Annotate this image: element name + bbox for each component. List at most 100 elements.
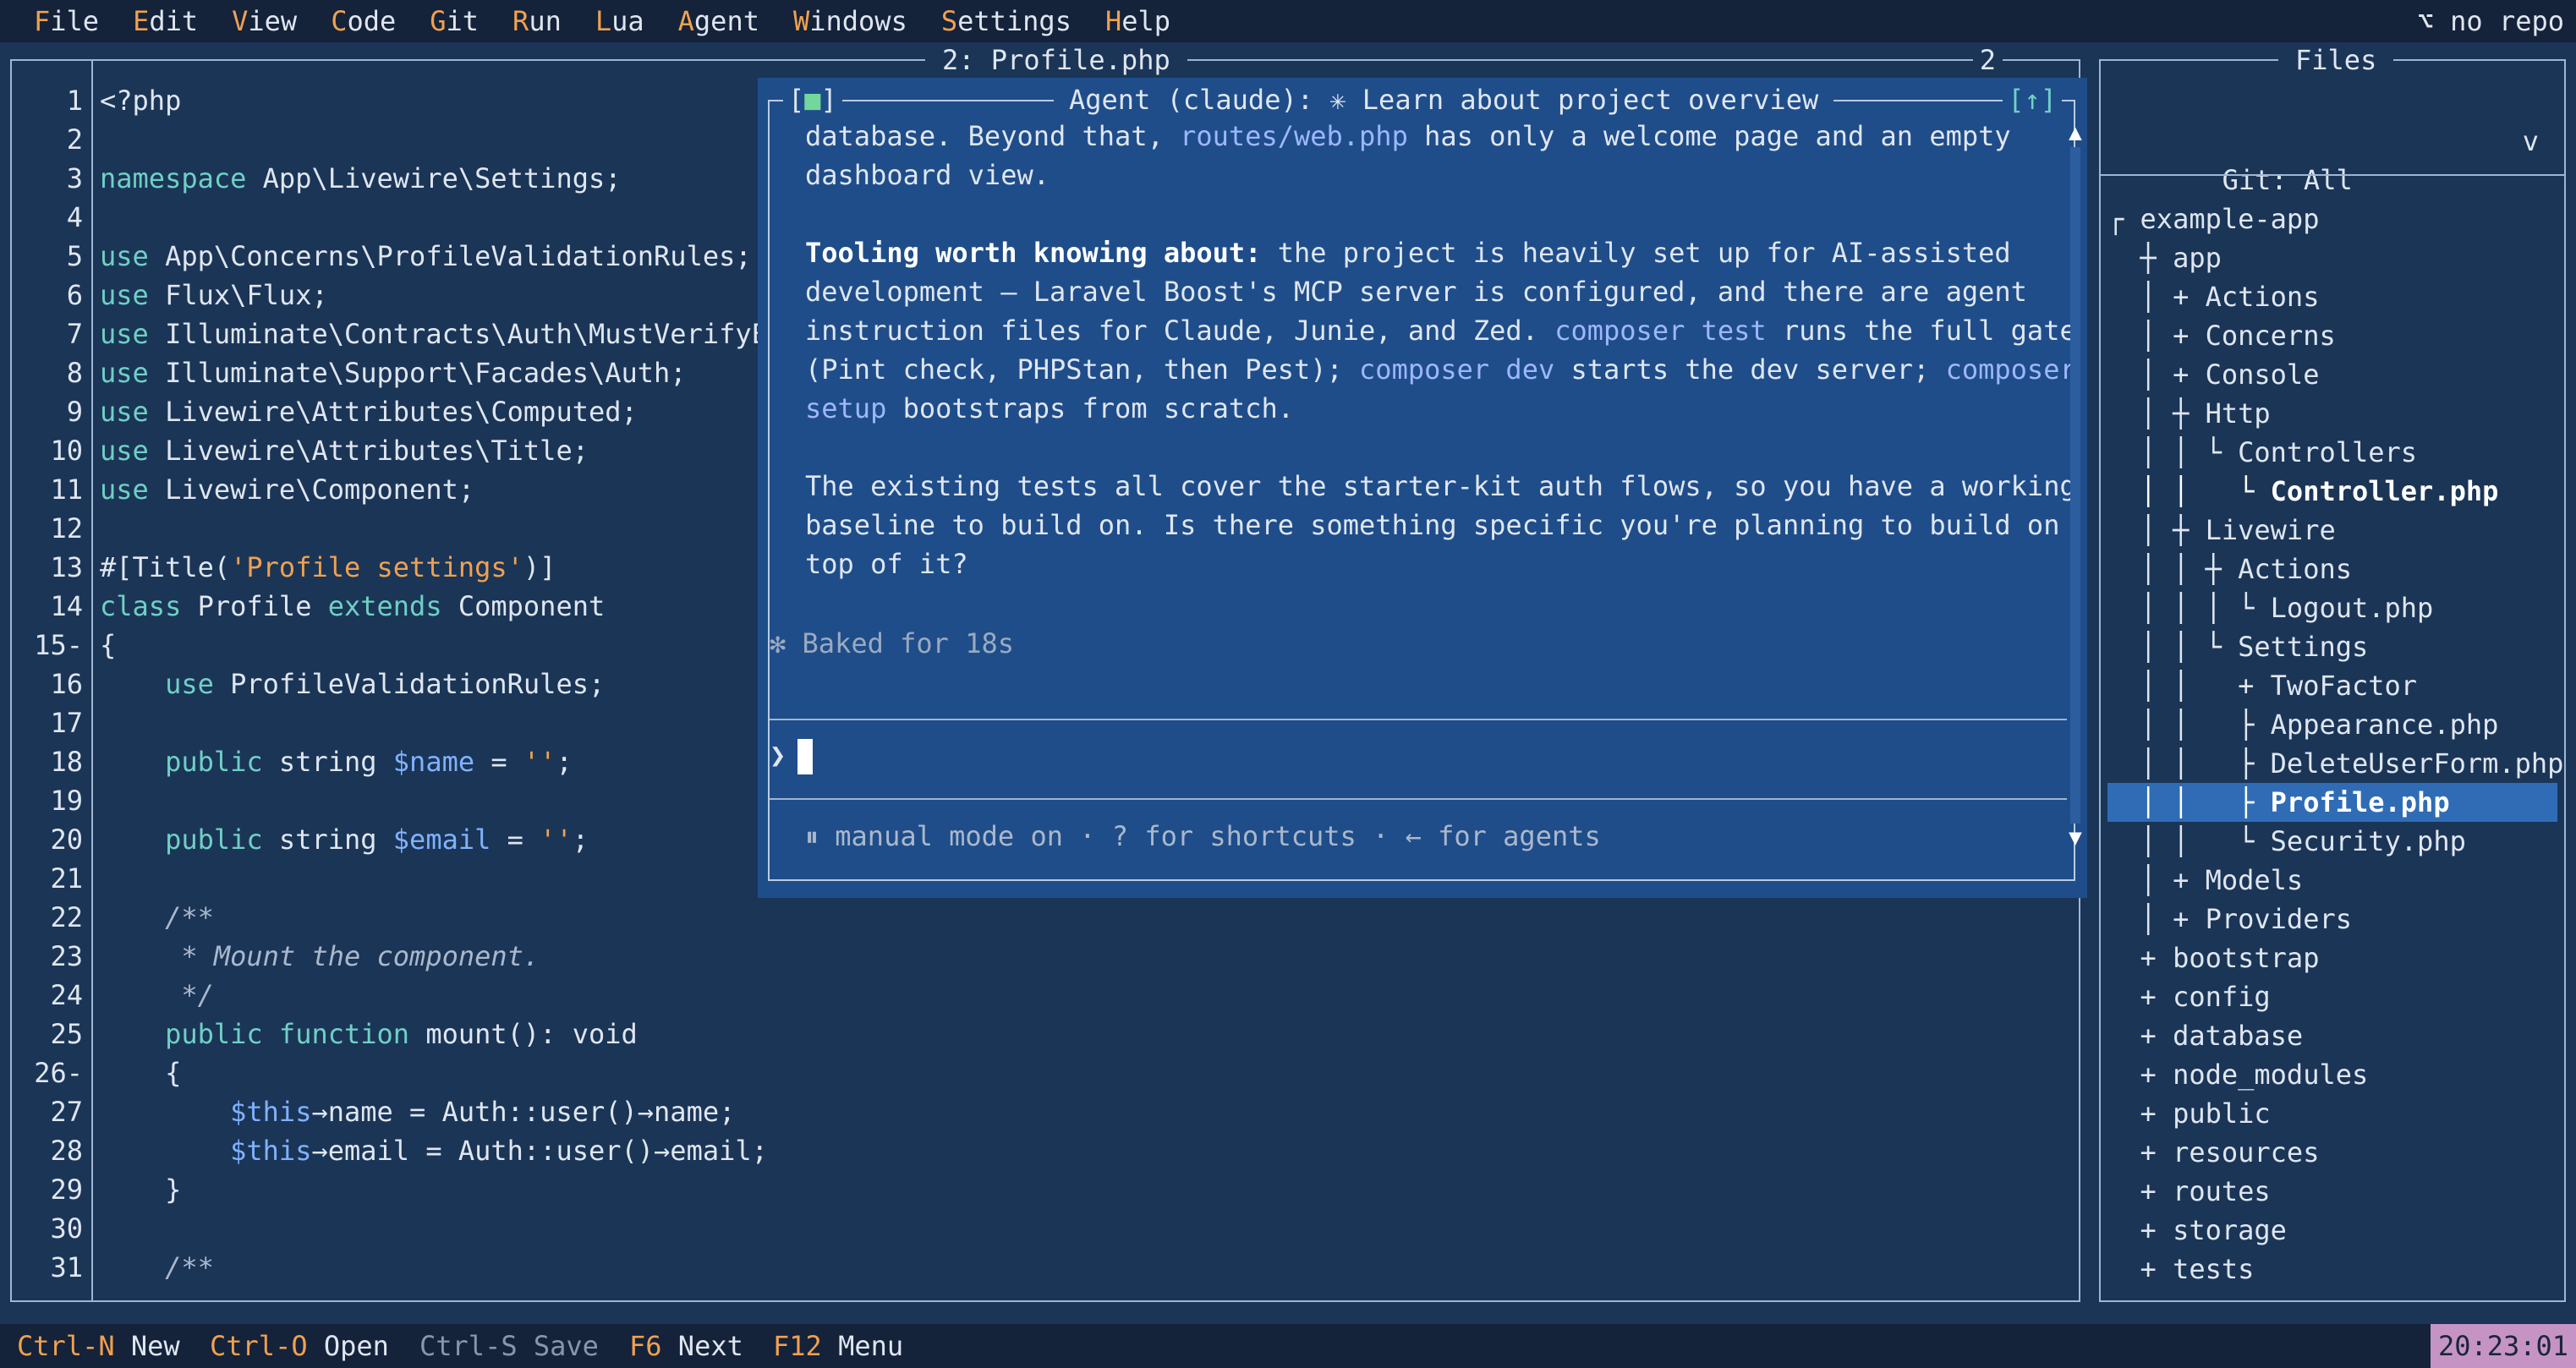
line-number: 17: [50, 707, 83, 739]
code-token: Livewire\Attributes\Computed;: [148, 396, 638, 428]
agent-message-line: Tooling worth knowing about: the project…: [805, 233, 2040, 272]
file-tree-item[interactable]: + public: [2107, 1094, 2557, 1133]
code-line[interactable]: * Mount the component.: [100, 937, 2079, 976]
code-token: <?php: [100, 85, 182, 117]
code-token: →name = Auth::user()→name;: [311, 1096, 736, 1128]
code-line[interactable]: */: [100, 976, 2079, 1015]
file-tree-item[interactable]: │ │ └ Security.php: [2107, 822, 2557, 861]
file-tree-item[interactable]: │ + Models: [2107, 861, 2557, 900]
code-token: ProfileValidationRules;: [213, 668, 606, 700]
file-tree: ┌ example-app ┼ app │ + Actions │ + Conc…: [2107, 200, 2564, 1289]
menu-git[interactable]: Git: [396, 0, 479, 42]
code-token: /**: [100, 1251, 214, 1283]
code-token: */: [100, 979, 214, 1011]
menu-code[interactable]: Code: [297, 0, 396, 42]
shortcut-save[interactable]: Ctrl-S Save: [419, 1324, 599, 1368]
line-number: 21: [50, 862, 83, 895]
menu-settings[interactable]: Settings: [907, 0, 1072, 42]
code-token: Flux\Flux;: [148, 279, 328, 311]
file-tree-item[interactable]: + resources: [2107, 1133, 2557, 1172]
shortcut-new[interactable]: Ctrl-N New: [17, 1324, 180, 1368]
scroll-up-icon[interactable]: ▲: [2067, 122, 2084, 144]
code-line[interactable]: $this→name = Auth::user()→name;: [100, 1092, 2079, 1131]
file-tree-item[interactable]: │ ┼ Http: [2107, 394, 2557, 433]
code-token: Profile: [181, 590, 328, 622]
line-number: 4: [66, 201, 83, 233]
file-tree-item[interactable]: ┼ app: [2107, 238, 2557, 277]
file-tree-item[interactable]: │ │ ├ Profile.php: [2107, 783, 2557, 822]
menu-run[interactable]: Run: [479, 0, 562, 42]
scroll-down-icon[interactable]: ▼: [2067, 827, 2084, 849]
file-tree-item[interactable]: │ │ + TwoFactor: [2107, 666, 2557, 705]
menu-edit[interactable]: Edit: [99, 0, 198, 42]
chevron-down-icon: v: [2522, 125, 2539, 157]
repo-status: ⌥ no repo: [2417, 5, 2564, 37]
file-tree-item[interactable]: │ │ └ Controller.php: [2107, 472, 2557, 511]
message-text: instruction files for Claude, Junie, and…: [805, 315, 1555, 347]
file-tree-item[interactable]: │ │ └ Controllers: [2107, 433, 2557, 472]
terminal-ide: File Edit View Code Git Run Lua Agent Wi…: [0, 0, 2576, 1368]
menu-help[interactable]: Help: [1072, 0, 1170, 42]
code-token: $this: [230, 1096, 312, 1128]
code-token: extends: [327, 590, 442, 622]
code-token: use: [100, 279, 149, 311]
file-tree-item[interactable]: │ + Concerns: [2107, 316, 2557, 355]
menu-lua[interactable]: Lua: [562, 0, 644, 42]
file-tree-item[interactable]: │ │ │ └ Logout.php: [2107, 588, 2557, 627]
line-number: 1: [66, 85, 83, 117]
code-token: use: [100, 396, 149, 428]
file-tree-item[interactable]: + node_modules: [2107, 1055, 2557, 1094]
menu-view[interactable]: View: [198, 0, 297, 42]
code-token: 'Profile settings': [230, 551, 523, 583]
file-tree-item[interactable]: │ │ └ Settings: [2107, 627, 2557, 666]
file-tree-item[interactable]: │ │ ┼ Actions: [2107, 550, 2557, 588]
agent-close-button[interactable]: [■]: [783, 81, 842, 118]
code-line[interactable]: {: [100, 1053, 2079, 1092]
file-tree-item[interactable]: + tests: [2107, 1250, 2557, 1289]
agent-message-line: dashboard view.: [805, 156, 2040, 194]
agent-panel[interactable]: [■] Agent (claude): ✳ Learn about projec…: [758, 78, 2087, 898]
code-token: {: [100, 1057, 182, 1089]
agent-prompt-input[interactable]: ❯: [770, 736, 814, 774]
code-token: Illuminate\Support\Facades\Auth;: [148, 357, 687, 389]
menu-windows[interactable]: Windows: [759, 0, 907, 42]
shortcut-next[interactable]: F6 Next: [629, 1324, 743, 1368]
menu-file[interactable]: File: [0, 0, 99, 42]
scrollbar-track[interactable]: [2070, 147, 2080, 824]
git-filter-select[interactable]: Git: All v: [2124, 122, 2547, 196]
agent-message-line: The existing tests all cover the starter…: [805, 467, 2076, 506]
file-tree-item[interactable]: │ + Console: [2107, 355, 2557, 394]
file-tree-item[interactable]: │ + Providers: [2107, 900, 2557, 938]
file-tree-item[interactable]: ┌ example-app: [2107, 200, 2557, 238]
code-line[interactable]: public function mount(): void: [100, 1015, 2079, 1053]
file-tree-item[interactable]: + database: [2107, 1016, 2557, 1055]
file-tree-item[interactable]: + routes: [2107, 1172, 2557, 1211]
status-bar: Ctrl-N New Ctrl-O Open Ctrl-S Save F6 Ne…: [0, 1324, 2576, 1368]
code-token: class: [100, 590, 182, 622]
code-token: #[Title(: [100, 551, 231, 583]
agent-scrollbar[interactable]: ▲ ▼: [2067, 122, 2084, 849]
file-tree-item[interactable]: │ │ ├ Appearance.php: [2107, 705, 2557, 744]
file-tree-item[interactable]: │ + Actions: [2107, 277, 2557, 316]
agent-maximize-button[interactable]: [↑]: [2003, 81, 2062, 118]
shortcut-open[interactable]: Ctrl-O Open: [210, 1324, 389, 1368]
prompt-chevron-icon: ❯: [770, 739, 787, 771]
file-tree-item[interactable]: │ ┼ Livewire: [2107, 511, 2557, 550]
code-line[interactable]: /**: [100, 898, 2079, 937]
code-token: =: [474, 746, 523, 778]
file-tree-item[interactable]: + config: [2107, 977, 2557, 1016]
file-tree-item[interactable]: + bootstrap: [2107, 938, 2557, 977]
code-line[interactable]: [100, 1209, 2079, 1248]
menu-agent[interactable]: Agent: [644, 0, 759, 42]
code-line[interactable]: $this→email = Auth::user()→email;: [100, 1131, 2079, 1170]
shortcut-menu[interactable]: F12 Menu: [773, 1324, 903, 1368]
file-tree-item[interactable]: │ │ ├ DeleteUserForm.php: [2107, 744, 2564, 783]
code-token: public: [165, 746, 263, 778]
line-number: 10: [50, 435, 83, 467]
line-number: 15-: [34, 629, 83, 661]
file-tree-item[interactable]: + storage: [2107, 1211, 2557, 1250]
agent-message-line: baseline to build on. Is there something…: [805, 506, 2059, 544]
agent-message-line: [805, 194, 2040, 233]
code-line[interactable]: }: [100, 1170, 2079, 1209]
code-line[interactable]: /**: [100, 1248, 2079, 1287]
